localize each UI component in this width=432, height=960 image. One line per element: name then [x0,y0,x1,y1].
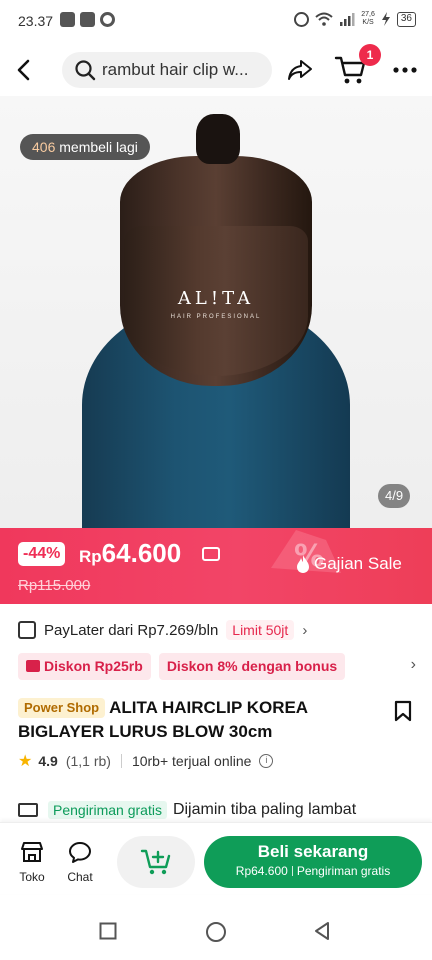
gallery-notification-icon [60,12,75,27]
search-icon [75,60,96,81]
store-icon [21,842,43,862]
product-title: Power Shop ALITA HAIRCLIP KOREA BIGLAYER … [18,696,378,744]
price-amount: 64.600 [101,538,182,568]
status-time: 23.37 [18,13,54,29]
chevron-right-icon[interactable]: › [411,656,416,674]
search-query: rambut hair clip w... [102,60,249,79]
chat-icon [69,842,91,863]
voucher-diskon-8[interactable]: Diskon 8% dengan bonus [158,652,346,680]
paylater-text: PayLater dari Rp7.269/bln [44,621,219,639]
shipping-text: Dijamin tiba paling lambat [172,801,357,818]
info-icon[interactable]: i [259,754,274,768]
model-hair-bun [196,114,240,164]
flame-icon [297,555,309,573]
paylater-row[interactable]: PayLater dari Rp7.269/bln Limit 50jt › [18,616,418,644]
chat-label: Chat [67,870,93,884]
divider [291,866,293,876]
speed-value: 27,6 [361,11,375,18]
home-icon[interactable] [205,921,227,943]
shipping-row[interactable]: Pengiriman gratis Dijamin tiba paling la… [18,798,418,822]
top-nav: rambut hair clip w... 1 [0,44,432,96]
buy-now-subtext: Rp64.600 Pengiriman gratis [204,864,422,878]
current-price: Rp64.600 [79,538,181,569]
search-bar[interactable]: rambut hair clip w... [62,52,272,88]
divider [120,754,122,768]
voucher-label: Diskon 8% dengan bonus [166,657,338,674]
rating-row[interactable]: ★ 4.9 (1,1 rb) 10rb+ terjual online i [18,750,418,772]
status-bar: 23.37 27,6 K/S 36 [0,0,432,42]
buyers-pill: 406 membeli lagi [20,134,150,160]
voucher-row[interactable]: Diskon Rp25rb Diskon 8% dengan bonus › [18,652,418,680]
add-to-cart-icon [140,849,171,875]
share-icon[interactable] [286,56,314,84]
buy-now-shipping: Pengiriman gratis [296,864,391,878]
system-nav-bar [0,896,432,960]
buy-now-button[interactable]: Beli sekarang Rp64.600 Pengiriman gratis [204,836,422,888]
truck-icon [18,803,38,817]
notification-icons [60,12,115,27]
add-to-cart-button[interactable] [117,836,195,888]
back-arrow-icon[interactable] [10,56,38,84]
settings-notification-icon [100,12,115,27]
bookmark-icon[interactable] [394,700,412,722]
voucher-label: Diskon Rp25rb [44,657,143,674]
cart-count-badge: 1 [359,44,381,66]
more-options-icon[interactable] [390,56,420,84]
original-price: Rp115.000 [18,577,91,594]
buyers-label: membeli lagi [59,139,138,155]
review-count: (1,1 rb) [65,753,111,769]
wifi-icon [315,12,333,26]
rating-score: 4.9 [38,753,58,769]
brand-tagline: HAIR PROFESIONAL [170,314,262,320]
power-shop-badge: Power Shop [18,698,106,718]
system-icons: 27,6 K/S 36 [294,11,416,27]
campaign-label: Gajian Sale [296,554,402,574]
buy-now-label: Beli sekarang [257,842,369,861]
brand-logo: AL!TA [177,288,255,309]
chat-button[interactable]: Chat [58,841,102,884]
price-banner: % -44% Rp64.600 Rp115.000 Gajian Sale [0,528,432,604]
calendar-icon [18,621,36,639]
campaign-name: Gajian Sale [314,554,402,573]
chevron-right-icon: › [302,621,308,639]
alarm-icon [294,11,310,27]
message-notification-icon [80,12,95,27]
image-counter: 4/9 [378,484,411,508]
discount-badge: -44% [18,542,66,566]
voucher-icon [26,660,40,672]
price-currency: Rp [79,547,102,566]
product-image[interactable]: AL!TA HAIR PROFESIONAL 406 membeli lagi … [0,96,432,528]
charging-icon [381,12,390,26]
buyers-count: 406 [32,139,56,155]
store-button[interactable]: Toko [10,841,54,884]
star-icon: ★ [18,753,33,770]
sold-count: 10rb+ terjual online [131,753,252,769]
price-tag-icon[interactable] [202,547,220,561]
battery-icon: 36 [396,11,416,27]
network-speed: 27,6 K/S [361,11,375,27]
signal-icon [340,13,355,26]
speed-unit: K/S [362,19,374,26]
free-shipping-badge: Pengiriman gratis [48,801,167,819]
paylater-limit: Limit 50jt [226,620,295,640]
back-nav-icon[interactable] [312,921,332,941]
buy-now-price: Rp64.600 [235,864,288,878]
recent-apps-icon[interactable] [99,922,117,940]
store-label: Toko [19,870,45,884]
voucher-diskon-25rb[interactable]: Diskon Rp25rb [18,652,151,680]
action-bar: Toko Chat Beli sekarang Rp64.600 Pengirim… [0,822,432,894]
